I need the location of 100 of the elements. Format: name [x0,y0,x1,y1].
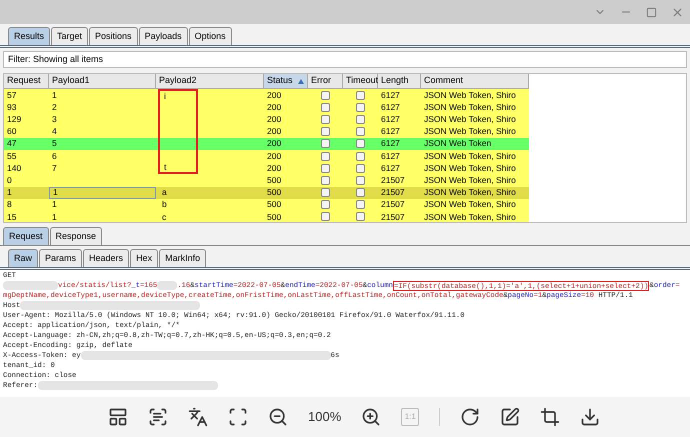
table-row[interactable]: 129 3 200 6127 JSON Web Token, Shiro [4,113,529,126]
checkbox[interactable] [321,114,330,124]
checkbox[interactable] [356,90,365,100]
table-cell: 7 [52,162,57,175]
table-row[interactable]: 1 1 a 500 21507 JSON Web Token, Shiro [4,186,529,199]
request-editor[interactable] [0,270,690,397]
column-header[interactable]: Payload1 [49,74,156,89]
table-cell: 5 [52,137,57,150]
table-cell: 2 [52,100,57,114]
table-cell: i [164,90,166,102]
table-row[interactable]: 57 1 i 200 6127 JSON Web Token, Shiro [4,89,529,102]
checkbox[interactable] [321,188,330,198]
table-cell: 1 [52,88,57,102]
checkbox[interactable] [321,102,330,112]
table-cell: 47 [7,137,16,150]
table-cell: 200 [267,137,282,150]
checkbox[interactable] [321,164,330,173]
table-cell: JSON Web Token, Shiro [424,186,516,199]
table-row[interactable]: 60 4 200 6127 JSON Web Token, Shiro [4,126,529,138]
table-cell: 8 [7,198,12,212]
table-cell: 6127 [381,88,400,102]
table-cell: 15 [7,210,16,222]
table-cell: b [162,198,167,212]
checkbox[interactable] [321,212,330,222]
zoom-in-icon[interactable] [361,407,382,427]
checkbox[interactable] [321,90,330,100]
table-cell: JSON Web Token, Shiro [424,162,516,175]
checkbox[interactable] [356,102,365,112]
checkbox[interactable] [356,152,365,161]
table-row[interactable]: 140 7 t 200 6127 JSON Web Token, Shiro [4,162,529,174]
table-cell: 1 [7,186,12,199]
table-row[interactable]: 93 2 200 6127 JSON Web Token, Shiro [4,101,529,114]
column-header[interactable]: Length [378,74,421,89]
checkbox[interactable] [356,164,365,173]
table-cell: 1 [52,198,57,212]
checkbox[interactable] [321,127,330,136]
table-cell: 6127 [381,113,400,126]
zoom-out-icon[interactable] [268,407,288,427]
column-header[interactable]: Error [308,74,343,89]
column-header[interactable]: Payload2 [156,74,264,89]
tab[interactable]: Params [39,249,82,267]
table-row[interactable]: 8 1 b 500 21507 JSON Web Token, Shiro [4,198,529,211]
tab[interactable]: MarkInfo [159,249,206,267]
table-cell: JSON Web Token, Shiro [424,198,516,212]
tab[interactable]: Request [3,227,49,245]
tab[interactable]: Payloads [138,27,188,45]
text-recognition-icon[interactable] [148,407,168,427]
table-row[interactable]: 15 1 c 500 21507 JSON Web Token, Shiro [4,210,529,222]
fit-screen-icon[interactable] [228,407,248,427]
checkbox[interactable] [356,139,365,148]
table-cell: 55 [7,150,16,162]
table-cell: JSON Web Token, Shiro [424,100,516,114]
table-cell: JSON Web Token, Shiro [424,150,516,162]
table-cell: 1 [52,210,57,222]
crop-icon[interactable] [540,407,560,427]
table-cell: JSON Web Token, Shiro [424,88,516,102]
table-row[interactable]: 0 500 21507 JSON Web Token, Shiro [4,174,529,186]
translate-icon[interactable] [188,407,208,427]
table-row[interactable]: 47 5 200 6127 JSON Web Token [4,138,529,150]
tab[interactable]: Target [51,27,88,45]
checkbox[interactable] [321,176,330,185]
table-row[interactable]: 55 6 200 6127 JSON Web Token, Shiro [4,150,529,162]
table-cell: 200 [267,162,282,175]
checkbox[interactable] [356,127,365,136]
table-cell: 500 [267,210,282,222]
tab[interactable]: Positions [89,27,138,45]
tab[interactable]: Headers [83,249,130,267]
column-header[interactable]: Timeout [343,74,378,89]
table-cell: 93 [7,100,16,114]
table-cell: JSON Web Token, Shiro [424,210,516,222]
checkbox[interactable] [356,114,365,124]
tab[interactable]: Raw [8,249,38,267]
download-icon[interactable] [580,407,600,427]
checkbox[interactable] [356,176,365,185]
checkbox[interactable] [321,152,330,161]
tab[interactable]: Results [8,27,50,45]
checkbox[interactable] [321,200,330,210]
tab[interactable]: Options [188,27,232,45]
checkbox[interactable] [356,200,365,210]
column-header[interactable]: Status [264,74,308,89]
edit-icon[interactable] [500,407,520,427]
rotate-icon[interactable] [460,407,480,427]
close-icon[interactable] [671,6,684,18]
maximize-icon[interactable] [646,6,657,18]
layout-icon[interactable] [108,407,128,427]
filter-label[interactable]: Filter: Showing all items [8,52,104,66]
table-cell: JSON Web Token, Shiro [424,174,516,187]
table-cell: 200 [267,150,282,162]
checkbox[interactable] [321,139,330,148]
column-header[interactable]: Request [4,74,49,89]
table-cell: 57 [7,88,16,102]
checkbox[interactable] [356,212,365,222]
table-cell: 0 [7,174,12,187]
table-cell: 500 [267,198,282,212]
tab[interactable]: Response [50,227,102,245]
column-header[interactable]: Comment [421,74,529,89]
tab[interactable]: Hex [130,249,158,267]
table-cell: 21507 [381,198,405,212]
table-cell: 140 [7,162,22,175]
checkbox[interactable] [356,188,365,198]
